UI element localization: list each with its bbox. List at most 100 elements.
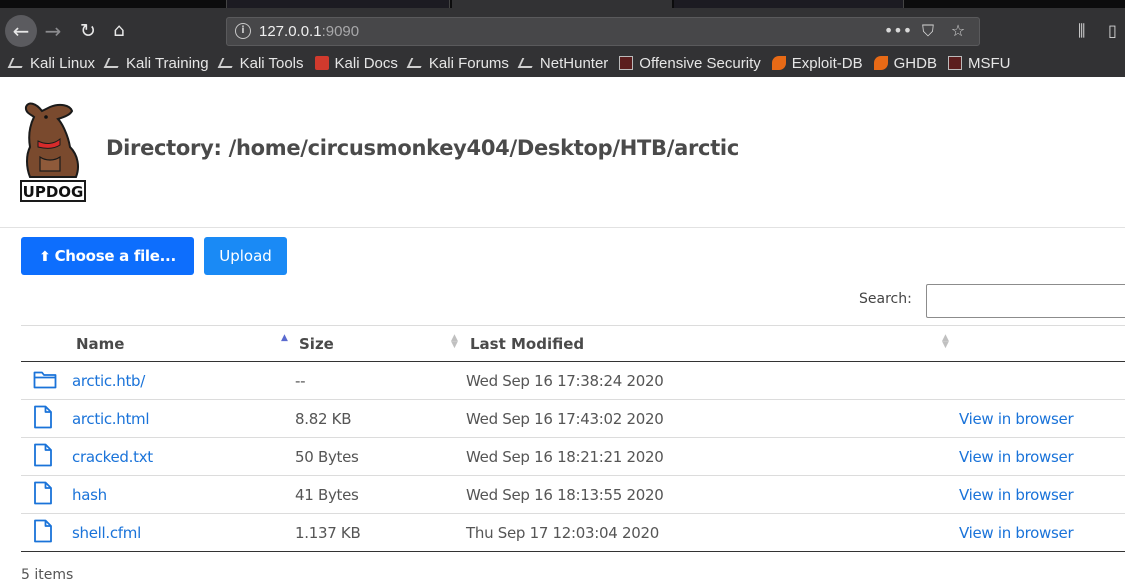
library-icon[interactable]: ⫼ [1078,21,1085,41]
bookmark-exploit-db[interactable]: Exploit-DB [771,54,863,72]
modified-cell: Wed Sep 16 18:21:21 2020 [466,437,959,476]
forward-button[interactable]: → [37,15,69,47]
size-cell: 8.82 KB [295,399,466,438]
bookmarks-toolbar: Kali Linux Kali Training Kali Tools Kali… [7,53,1021,73]
updog-logo: UPDOG [20,102,86,202]
kali-dragon-icon [103,58,123,68]
header-label: Last Modified [470,334,585,353]
sort-icon[interactable]: ▲ ▼ [942,334,949,350]
bookmark-label: Kali Docs [334,54,398,72]
header-label: Size [299,334,334,353]
bookmark-kali-forums[interactable]: Kali Forums [406,55,509,72]
table-row: arctic.htb/ -- Wed Sep 16 17:38:24 2020 [21,361,1125,400]
column-header-name[interactable]: Name ▲ [21,325,295,362]
sort-asc-icon[interactable]: ▲ [281,334,288,343]
search-input[interactable] [926,284,1125,318]
home-button[interactable]: ⌂ [103,15,135,47]
action-cell [959,361,1125,400]
row-icon-cell [21,513,72,552]
file-link[interactable]: arctic.html [72,410,150,428]
bookmark-kali-tools[interactable]: Kali Tools [217,54,304,72]
header-label: Name [76,334,125,353]
file-icon [33,405,53,433]
view-in-browser-link[interactable]: View in browser [959,448,1074,466]
bookmark-label: Offensive Security [639,54,761,72]
bookmark-kali-linux[interactable]: Kali Linux [7,54,96,72]
info-icon[interactable]: i [235,23,251,39]
name-cell: arctic.html [72,399,295,438]
more-actions-icon[interactable]: ••• [883,21,913,40]
file-link[interactable]: hash [72,486,107,504]
bookmark-label: NetHunter [539,54,609,72]
name-cell: arctic.htb/ [72,361,295,400]
url-port: :9090 [321,23,360,40]
bookmark-kali-docs[interactable]: Kali Docs [314,54,398,72]
upload-button[interactable]: Upload [204,237,287,275]
view-in-browser-link[interactable]: View in browser [959,524,1074,542]
row-icon-cell [21,399,72,438]
kali-dragon-icon [217,58,236,68]
bookmark-ghdb[interactable]: GHDB [873,55,937,72]
view-in-browser-link[interactable]: View in browser [959,410,1074,428]
bookmark-label: Kali Training [126,54,209,72]
file-link[interactable]: arctic.htb/ [72,372,145,390]
bookmark-msfu[interactable]: MSFU [947,54,1011,72]
size-cell: 50 Bytes [295,437,466,476]
bookmark-label: Kali Tools [239,54,304,72]
choose-file-label: Choose a file... [54,247,177,265]
row-icon-cell [21,437,72,476]
bookmark-nethunter[interactable]: NetHunter [517,54,609,72]
column-header-action [959,325,1125,362]
name-cell: shell.cfml [72,513,295,552]
file-icon [33,519,53,547]
action-cell: View in browser [959,513,1125,552]
bookmark-kali-training[interactable]: Kali Training [103,54,209,72]
ghdb-icon [873,56,888,70]
offsec-icon [947,56,962,70]
arrow-right-icon: → [44,19,62,43]
view-in-browser-link[interactable]: View in browser [959,486,1074,504]
bookmark-label: Exploit-DB [791,54,863,72]
size-cell: 41 Bytes [295,475,466,514]
file-link[interactable]: cracked.txt [72,448,153,466]
arrow-left-icon: ← [12,19,30,43]
page-title: Directory: /home/circusmonkey404/Desktop… [106,136,739,160]
name-cell: cracked.txt [72,437,295,476]
url-bar[interactable]: i 127.0.0.1:9090 ••• ⛉ ☆ [226,17,980,46]
pocket-icon[interactable]: ⛉ [913,21,943,41]
reload-button[interactable]: ↻ [72,15,104,47]
exploit-db-icon [771,56,786,70]
row-icon-cell [21,475,72,514]
modified-cell: Wed Sep 16 18:13:55 2020 [466,475,959,514]
sort-icon[interactable]: ▲ ▼ [451,334,458,350]
column-header-size[interactable]: Size ▲ ▼ [295,325,466,362]
browser-tab[interactable] [674,0,904,8]
sidebar-icon[interactable]: ▯ [1108,21,1117,40]
bookmark-label: MSFU [967,54,1011,72]
table-row: cracked.txt 50 Bytes Wed Sep 16 18:21:21 2… [21,437,1125,476]
url-actions: ••• ⛉ ☆ [883,21,973,41]
upload-icon: ⬆ [39,249,51,265]
browser-tab-active[interactable] [452,0,672,8]
browser-tab[interactable] [226,0,450,8]
divider [0,227,1125,228]
file-link[interactable]: shell.cfml [72,524,141,542]
search-label: Search: [859,291,912,307]
nethunter-icon [517,58,537,68]
folder-icon [33,369,57,393]
file-icon [33,481,53,509]
kali-dragon-icon [406,58,426,68]
name-cell: hash [72,475,295,514]
bookmark-star-icon[interactable]: ☆ [943,21,973,40]
choose-file-button[interactable]: ⬆ Choose a file... [21,237,194,275]
column-header-modified[interactable]: Last Modified ▲ ▼ [466,325,959,362]
url-host: 127.0.0.1 [259,23,322,40]
size-cell: -- [295,361,466,400]
bookmark-label: Kali Linux [30,54,96,72]
browser-chrome: ← → ↻ ⌂ i 127.0.0.1:9090 ••• ⛉ ☆ ⫼ ▯ Kali … [0,0,1125,77]
bookmark-offensive-security[interactable]: Offensive Security [619,54,761,72]
url-text[interactable]: 127.0.0.1:9090 [259,23,359,40]
back-button[interactable]: ← [5,15,37,47]
kali-dragon-icon [7,58,27,68]
modified-cell: Thu Sep 17 12:03:04 2020 [466,513,959,552]
